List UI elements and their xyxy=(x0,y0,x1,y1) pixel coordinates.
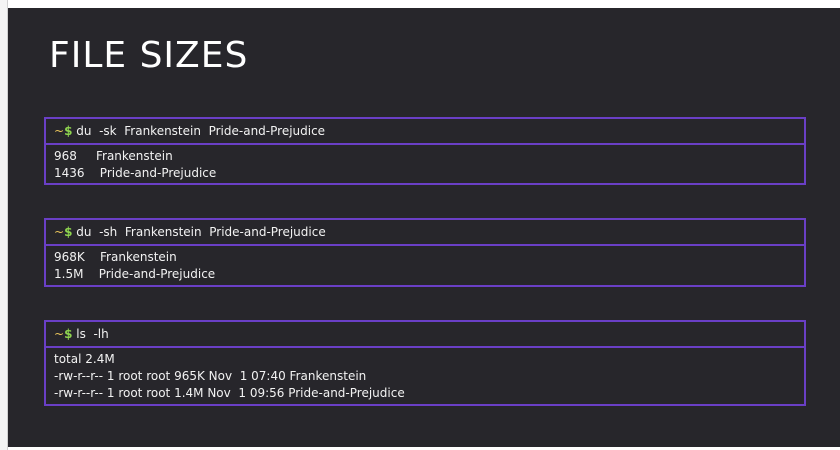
output-line: total 2.4M xyxy=(54,352,115,366)
terminal-block-ls-lh: ~$ ls -lh total 2.4M -rw-r--r-- 1 root ro… xyxy=(44,320,806,406)
terminal-block-du-sh: ~$ du -sh Frankenstein Pride-and-Prejudi… xyxy=(44,218,806,287)
output-line: -rw-r--r-- 1 root root 965K Nov 1 07:40 … xyxy=(54,369,367,383)
command-line: ~$ du -sh Frankenstein Pride-and-Prejudi… xyxy=(46,220,804,246)
prompt-tilde: ~ xyxy=(54,124,65,138)
command-text: ls -lh xyxy=(72,327,109,341)
terminal-block-du-sk: ~$ du -sk Frankenstein Pride-and-Prejudi… xyxy=(44,117,806,185)
output-line: 1.5M Pride-and-Prejudice xyxy=(54,267,216,281)
prompt-tilde: ~ xyxy=(54,225,65,239)
output-line: -rw-r--r-- 1 root root 1.4M Nov 1 09:56 … xyxy=(54,386,405,400)
command-text: du -sk Frankenstein Pride-and-Prejudice xyxy=(72,124,326,138)
command-line: ~$ du -sk Frankenstein Pride-and-Prejudi… xyxy=(46,119,804,145)
command-output: 968K Frankenstein 1.5M Pride-and-Prejudic… xyxy=(46,246,804,286)
command-line: ~$ ls -lh xyxy=(46,322,804,348)
page-title: FILE SIZES xyxy=(49,35,249,76)
command-output: 968 Frankenstein 1436 Pride-and-Prejudice xyxy=(46,145,804,185)
prompt-tilde: ~ xyxy=(54,327,65,341)
command-output: total 2.4M -rw-r--r-- 1 root root 965K No… xyxy=(46,348,804,405)
slide: FILE SIZES ~$ du -sk Frankenstein Pride-… xyxy=(8,8,840,447)
command-text: du -sh Frankenstein Pride-and-Prejudice xyxy=(72,225,326,239)
output-line: 1436 Pride-and-Prejudice xyxy=(54,166,217,180)
output-line: 968 Frankenstein xyxy=(54,149,173,163)
window-edge xyxy=(0,0,8,450)
output-line: 968K Frankenstein xyxy=(54,250,177,264)
